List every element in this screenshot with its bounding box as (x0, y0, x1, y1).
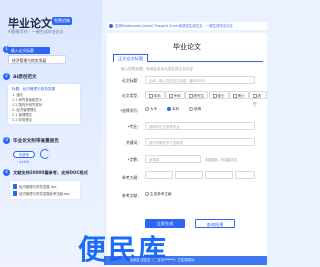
outline-input-1[interactable] (145, 171, 173, 179)
step-3-label: 毕业论文附带查重报告 (13, 139, 59, 144)
checkbox-icon (189, 94, 193, 98)
type-option-master[interactable]: 硕士 (209, 91, 229, 99)
type-option-label: 博士 (237, 94, 245, 98)
doc-file-row: 经济管理与财务发展参考文献.doc (13, 191, 77, 196)
form-tip: 输入您的标题，系统会自动为您生成论文内容 (121, 67, 193, 71)
doc-file-icon (13, 184, 17, 189)
type-option-label: 专科 (173, 94, 181, 98)
type-option-label: 硕士 (217, 94, 225, 98)
type-option-graduate[interactable]: 研究生 (185, 91, 209, 99)
title-input[interactable]: 必填，输入您的论文标题（最多50字） (145, 76, 255, 84)
keyword-input[interactable]: 用分号隔开多个关键词 (145, 138, 255, 146)
type-label: 论文类型： (122, 93, 141, 98)
type-option-doctor[interactable]: 博士 (229, 91, 249, 99)
outline-label: 参考大纲： (122, 175, 141, 180)
demo-title-input: 经济管理与财务发展 (8, 55, 66, 64)
info-icon (109, 24, 113, 28)
radio-icon (189, 107, 193, 111)
doc-file-icon (13, 191, 17, 196)
tab-bar: 正文论文标题 (113, 54, 263, 62)
step-3-number: 3 (3, 137, 10, 144)
right-form-area: 支持Multimodal-Global Thought Chain多语言生成论文… (104, 0, 267, 267)
outline-input-4[interactable] (235, 171, 255, 179)
check-rate-pill: 查重率<10% (13, 151, 35, 164)
brand-badge: 免费初稿 (52, 17, 72, 25)
edu-option-label: 硕博 (194, 107, 202, 111)
outline-line: 2.2 财务理论 (12, 118, 33, 122)
type-option-label: 研究生 (193, 94, 205, 98)
latest-generated-ticker: 最新生成论文（工业与******）已生成成功 (104, 256, 267, 265)
radio-selected-icon (167, 107, 171, 111)
step-4-label: 文献支持20000篇参考，支持DOC格式 (13, 170, 88, 175)
doc-file-name: 经济管理与财务发展.doc (19, 185, 57, 189)
step-2-label: AI原创范文 (13, 75, 37, 80)
edu-option-label: 大专 (150, 107, 158, 111)
radio-icon (145, 192, 149, 196)
step-4-number: 4 (3, 169, 10, 176)
type-option-label: 本科 (153, 94, 161, 98)
radio-icon (145, 107, 149, 111)
doc-files-card: 经济管理与财务发展.doc 经济管理与财务发展参考文献.doc (10, 181, 80, 199)
title-label: 论文标题： (122, 78, 141, 83)
edu-option-benke[interactable]: 本科 (167, 107, 179, 112)
submit-button[interactable]: 立即生成 (145, 219, 185, 228)
outline-input-2[interactable] (175, 171, 203, 179)
checkbox-icon (253, 94, 257, 98)
reference-label: 参考文献： (122, 193, 141, 198)
checkbox-icon (233, 94, 237, 98)
wordcount-label: *字数： (127, 157, 141, 162)
type-option-other[interactable]: 其它 (249, 91, 267, 106)
outline-preview-card: 标题：经济管理与财务发展 1. 绪论 1.1 研究背景和意义 1.2 国内外研究… (8, 84, 80, 124)
check-rate-circle (40, 149, 50, 159)
reference-toggle[interactable]: 生成参考文献 (145, 192, 172, 197)
wordcount-note: 字数越多，内容越丰富 (205, 158, 237, 162)
edu-option-shuobo[interactable]: 硕博 (189, 107, 201, 112)
notice-text: 支持Multimodal-Global Thought Chain多语言生成论文… (115, 24, 233, 28)
form-title: 毕业论文 (173, 43, 201, 51)
brand-subtitle: AI智能写作 · 一键生成毕业论文 (8, 29, 64, 34)
checkbox-icon (169, 94, 173, 98)
checkbox-icon (149, 94, 153, 98)
step-1-tag: 输入论文标题 (8, 47, 50, 54)
step-2-number: 2 (3, 73, 10, 80)
outline-input-3[interactable] (205, 171, 233, 179)
edu-label: *选择学历： (120, 108, 141, 113)
keyword-label: 关键词： (125, 140, 141, 145)
tab-title-input[interactable]: 正文论文标题 (113, 54, 149, 62)
type-option-zhuanke[interactable]: 专科 (165, 91, 185, 99)
query-result-button[interactable]: 查询结果 (195, 219, 235, 228)
notice-banner: 支持Multimodal-Global Thought Chain多语言生成论文… (107, 22, 267, 30)
checkbox-icon (213, 94, 217, 98)
doc-file-name: 经济管理与财务发展参考文献.doc (19, 192, 71, 196)
major-input[interactable]: 请填写论文所属专业 (145, 122, 255, 130)
wordcount-select[interactable]: 请选择 (145, 155, 201, 163)
edu-option-dazhuan[interactable]: 大专 (145, 107, 157, 112)
major-label: *专业： (127, 124, 141, 129)
left-intro-panel: 毕业论文 免费初稿 AI智能写作 · 一键生成毕业论文 1 输入论文标题 经济管… (0, 0, 102, 267)
reference-toggle-label: 生成参考文献 (150, 192, 172, 196)
doc-file-row: 经济管理与财务发展.doc (13, 184, 77, 189)
type-option-benke[interactable]: 本科 (145, 91, 165, 99)
edu-option-label: 本科 (172, 107, 180, 111)
